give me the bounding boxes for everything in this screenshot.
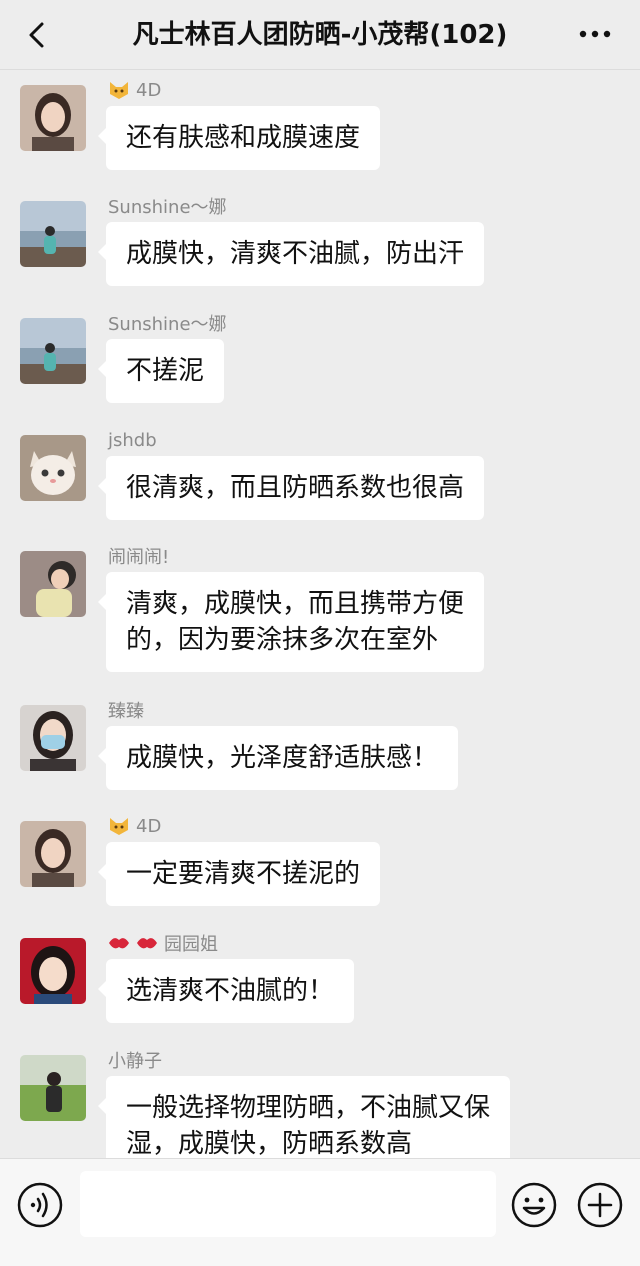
cat-face-icon	[110, 818, 128, 835]
sender-name-text: jshdb	[108, 429, 157, 451]
child-avatar[interactable]	[20, 551, 86, 617]
message-bubble[interactable]: 成膜快，清爽不油腻，防出汗	[97, 222, 485, 286]
outdoor-woman-avatar[interactable]	[20, 1055, 86, 1121]
plus-circle-icon[interactable]	[576, 1181, 624, 1229]
voice-icon[interactable]	[16, 1181, 64, 1229]
sender-name: Sunshine～娜	[108, 194, 227, 218]
lips-icon	[109, 938, 129, 949]
kitten-avatar[interactable]	[20, 435, 86, 501]
message-bubble[interactable]: 一定要清爽不搓泥的	[97, 842, 381, 906]
sender-name-text: 4D	[136, 79, 162, 101]
message-bubble[interactable]: 还有肤感和成膜速度	[97, 106, 381, 170]
sender-name: 臻臻	[108, 698, 144, 722]
woman-portrait-avatar[interactable]	[20, 85, 86, 151]
lips-icon	[137, 938, 157, 949]
chat-title: 凡士林百人团防晒-小茂帮(102)	[132, 20, 508, 50]
message-bubble[interactable]: 不搓泥	[97, 339, 225, 403]
sender-name: 4D	[108, 78, 161, 102]
message-bubble[interactable]: 成膜快，光泽度舒适肤感！	[97, 726, 459, 790]
sender-name: 闹闹闹!	[108, 544, 169, 568]
chat-input-bar	[0, 1158, 640, 1266]
sender-name: jshdb	[108, 428, 157, 452]
sender-name: 园园姐	[108, 931, 218, 955]
message-bubble[interactable]: 清爽，成膜快，而且携带方便 的，因为要涂抹多次在室外	[97, 572, 485, 672]
more-dots-icon[interactable]	[578, 24, 612, 44]
chat-message-list[interactable]: 4D 还有肤感和成膜速度 Sunshine～娜 成膜快，清爽不油腻，防出汗 Su…	[0, 70, 640, 1158]
message-bubble[interactable]: 很清爽，而且防晒系数也很高	[97, 456, 485, 520]
cartoon-girl-avatar[interactable]	[20, 938, 86, 1004]
message-bubble[interactable]: 一般选择物理防晒，不油腻又保 湿，成膜快，防晒系数高	[97, 1076, 511, 1158]
sender-name-text: Sunshine～娜	[108, 197, 227, 218]
masked-woman-avatar[interactable]	[20, 705, 86, 771]
woman-portrait-avatar[interactable]	[20, 821, 86, 887]
sender-name-text: 闹闹闹!	[108, 547, 170, 568]
sender-name: 小静子	[108, 1048, 162, 1072]
cat-face-icon	[110, 82, 128, 99]
smiley-icon[interactable]	[510, 1181, 558, 1229]
sender-name-text: 臻臻	[108, 701, 144, 722]
sender-name-text: Sunshine～娜	[108, 314, 227, 335]
beach-avatar[interactable]	[20, 318, 86, 384]
sender-name-text: 小静子	[108, 1051, 162, 1072]
sender-name-text: 4D	[136, 815, 162, 837]
beach-avatar[interactable]	[20, 201, 86, 267]
chat-header: 凡士林百人团防晒-小茂帮(102)	[0, 0, 640, 70]
sender-name: Sunshine～娜	[108, 311, 227, 335]
message-bubble[interactable]: 选清爽不油腻的！	[97, 959, 355, 1023]
sender-name-text: 园园姐	[164, 934, 218, 955]
message-input[interactable]	[80, 1171, 496, 1237]
sender-name: 4D	[108, 814, 161, 838]
